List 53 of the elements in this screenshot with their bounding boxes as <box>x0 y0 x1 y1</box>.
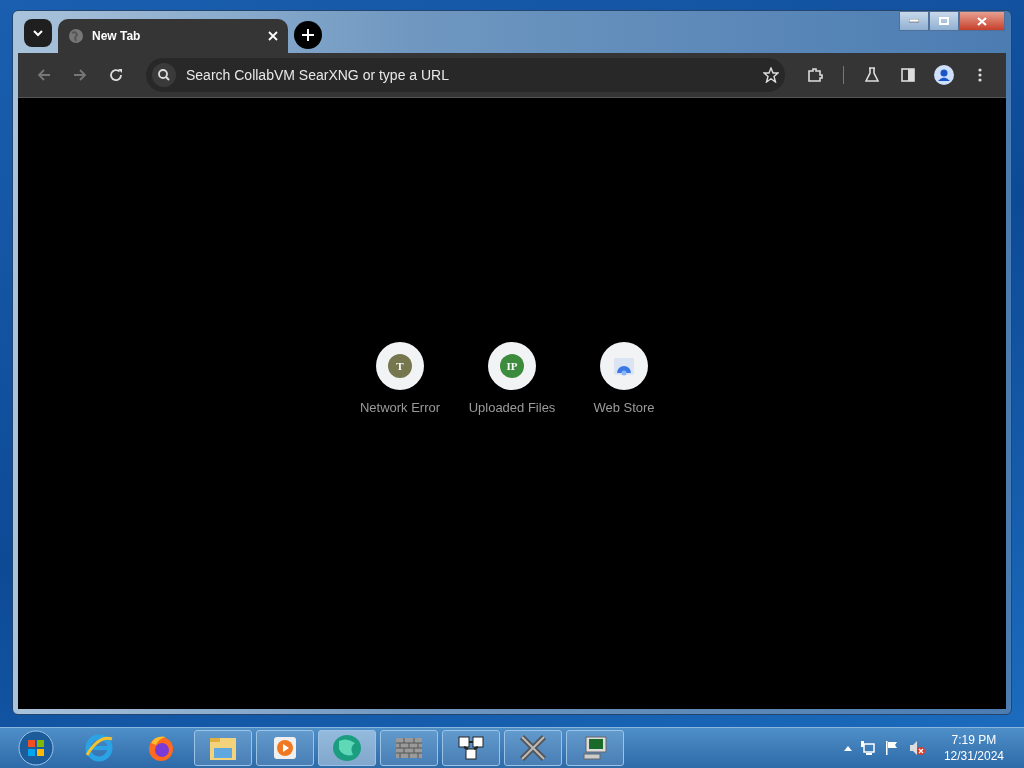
maximize-button[interactable] <box>929 11 959 31</box>
shortcut-label: Uploaded Files <box>468 400 556 415</box>
tray-expand-icon[interactable] <box>843 745 852 751</box>
shortcut-label: Web Store <box>593 400 655 415</box>
cross-icon <box>518 733 548 763</box>
shortcut-letter: IP <box>500 354 524 378</box>
brick-wall-icon <box>394 735 424 761</box>
menu-icon <box>978 68 982 82</box>
plus-icon <box>302 29 314 41</box>
flag-icon[interactable] <box>883 740 900 756</box>
taskbar-button[interactable] <box>256 730 314 766</box>
taskbar-button[interactable] <box>442 730 500 766</box>
puzzle-icon <box>807 67 823 83</box>
flask-icon <box>865 67 879 83</box>
taskbar-button[interactable] <box>504 730 562 766</box>
network-icon[interactable] <box>859 740 876 756</box>
minimize-icon <box>909 19 919 23</box>
tab-title: New Tab <box>92 29 142 43</box>
address-bar[interactable]: Search CollabVM SearXNG or type a URL <box>146 58 785 92</box>
star-icon[interactable] <box>763 67 779 83</box>
back-arrow-icon <box>37 68 51 82</box>
search-icon <box>152 63 176 87</box>
speaker-muted-icon[interactable] <box>907 740 926 756</box>
close-icon[interactable] <box>268 31 278 41</box>
avatar-icon <box>934 65 954 85</box>
minimize-button[interactable] <box>899 11 929 31</box>
shortcut-letter: T <box>388 354 412 378</box>
taskbar-button[interactable] <box>566 730 624 766</box>
store-icon <box>613 356 635 376</box>
new-tab-button[interactable] <box>294 21 322 49</box>
globe-icon <box>331 733 363 763</box>
shortcut-tile[interactable] <box>600 342 648 390</box>
ie-icon <box>84 733 114 763</box>
windows-orb-icon <box>18 730 54 766</box>
browser-tab[interactable]: New Tab <box>58 19 288 53</box>
play-icon <box>272 735 298 761</box>
monitor-icon <box>580 734 610 762</box>
shortcut-label: Network Error <box>359 400 441 415</box>
shortcut-tile[interactable]: T <box>376 342 424 390</box>
clock[interactable]: 7:19 PM 12/31/2024 <box>943 733 1004 763</box>
side-panel-icon <box>901 68 915 82</box>
clock-time: 7:19 PM <box>951 733 997 747</box>
shortcut-tile[interactable]: IP <box>488 342 536 390</box>
reload-icon <box>109 68 123 82</box>
close-button[interactable] <box>959 11 1005 31</box>
cubes-icon <box>455 733 487 763</box>
clock-date: 12/31/2024 <box>943 749 1004 763</box>
tab-search-button[interactable] <box>24 19 52 47</box>
globe-icon <box>68 28 84 44</box>
chevron-down-icon <box>32 29 44 37</box>
forward-arrow-icon <box>73 68 87 82</box>
maximize-icon <box>939 17 949 25</box>
close-icon <box>977 16 987 26</box>
